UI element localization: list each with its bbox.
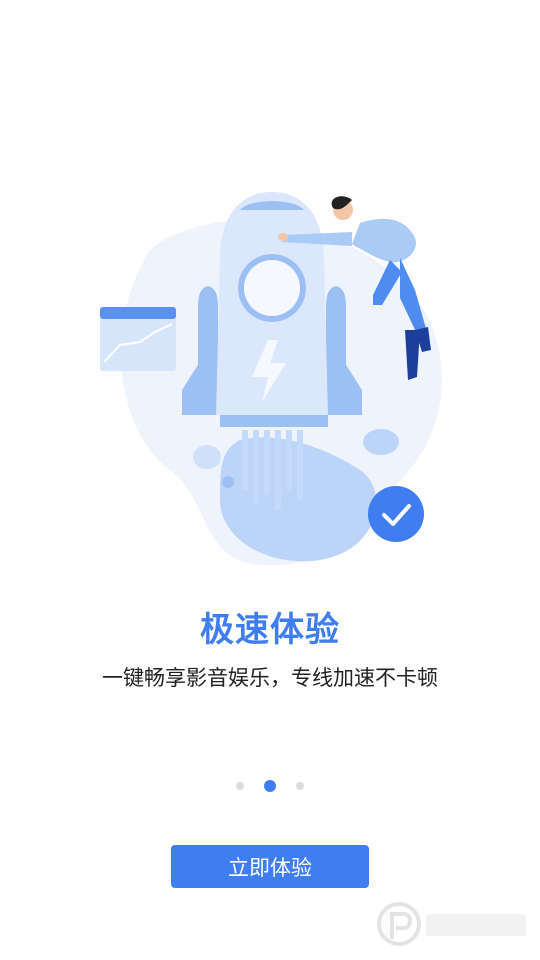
page-indicator: [0, 780, 540, 792]
onboarding-subtitle: 一键畅享影音娱乐，专线加速不卡顿: [102, 666, 438, 690]
check-circle-icon: [368, 486, 424, 542]
onboarding-title: 极速体验: [200, 610, 340, 650]
onboarding-illustration: [90, 180, 450, 580]
bubble-dot: [222, 476, 234, 488]
rocket-illustration: [100, 192, 443, 566]
cloud-shape: [193, 445, 221, 469]
cloud-shape: [363, 429, 399, 455]
line-chart-card-icon: [100, 307, 176, 371]
rocket-window: [244, 260, 300, 316]
page-dot[interactable]: [296, 782, 304, 790]
page-dot-active[interactable]: [264, 780, 276, 792]
watermark-logo: [377, 902, 526, 946]
rocket-base: [220, 415, 328, 427]
page-dot[interactable]: [236, 782, 244, 790]
try-now-button[interactable]: 立即体验: [171, 845, 369, 888]
